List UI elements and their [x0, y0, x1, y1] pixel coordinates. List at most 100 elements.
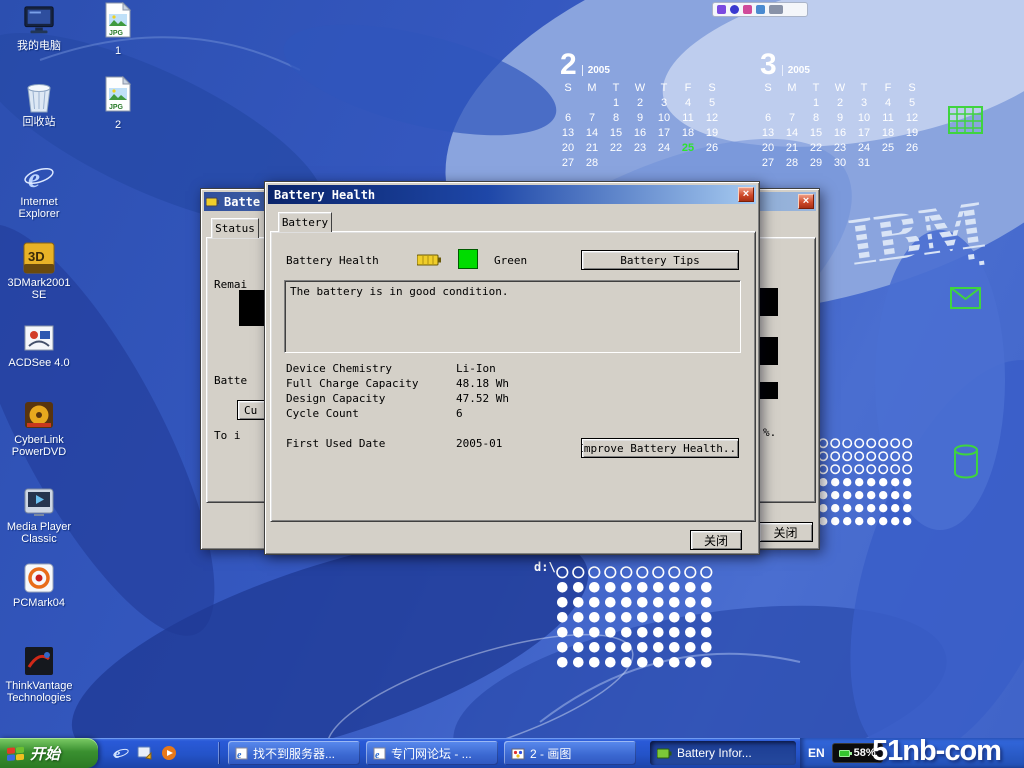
osd-thinklight-icon[interactable]	[743, 5, 752, 14]
quicklaunch-show-desktop-icon[interactable]	[136, 744, 154, 762]
paint-icon	[511, 747, 525, 760]
desktop-icon-label: ACDSee 4.0	[8, 357, 69, 369]
calendar-day-header: F	[685, 82, 692, 97]
battery-task-icon	[657, 748, 672, 759]
field-value: 2005-01	[456, 437, 502, 450]
battery-health-window: Battery Health × Battery Battery Health …	[264, 181, 760, 555]
calendar-day-header: W	[835, 82, 845, 97]
calendar-day: 27	[762, 157, 774, 172]
calendar-day: 14	[586, 127, 598, 142]
task-button-battery-information[interactable]: Battery Infor...	[650, 741, 796, 765]
button-label: Battery Tips	[620, 254, 699, 267]
calendar-day-header: S	[564, 82, 571, 97]
field-value: 47.52 Wh	[456, 392, 509, 405]
percent-label: %.	[763, 426, 776, 439]
calendar-day: 13	[562, 127, 574, 142]
svg-text:e: e	[237, 750, 242, 760]
start-label: 开始	[30, 743, 60, 764]
window-title: Battery Health	[274, 188, 375, 202]
thinkvantage-icon	[22, 644, 56, 678]
calendar-day: 6	[765, 112, 771, 127]
calendar-day-header: T	[861, 82, 868, 97]
desktop-icon-media-player-classic[interactable]: Media Player Classic	[4, 485, 74, 545]
desktop-icon-internet-explorer[interactable]: e Internet Explorer	[4, 160, 74, 220]
close-icon[interactable]: ×	[798, 194, 814, 209]
desktop-icon-label: 3DMark2001 SE	[4, 277, 74, 301]
drive-label: d:\	[534, 560, 556, 574]
tab-battery[interactable]: Battery	[278, 212, 332, 232]
close-button[interactable]: 关闭	[690, 530, 742, 550]
tab-status[interactable]: Status	[211, 218, 259, 238]
calendar-day: 7	[789, 112, 795, 127]
desktop-icon-acdsee[interactable]: ACDSee 4.0	[4, 321, 74, 369]
close-button-bg-dialog[interactable]: 关闭	[758, 522, 813, 542]
calendar-day: 29	[810, 157, 822, 172]
start-button[interactable]: 开始	[0, 738, 98, 768]
battery-health-titlebar[interactable]: Battery Health ×	[268, 185, 756, 204]
button-label: 关闭	[773, 524, 797, 541]
calendar-day: 21	[586, 142, 598, 157]
acdsee-icon	[22, 321, 56, 355]
calendar-day: 2	[837, 97, 843, 112]
calendar-march: 3 2005 SMTWTFS12345678910111213141516171…	[756, 52, 928, 172]
language-indicator[interactable]: EN	[808, 746, 825, 760]
field-label: First Used Date	[286, 437, 385, 450]
calendar-day: 12	[706, 112, 718, 127]
desktop-icon-recycle-bin[interactable]: 回收站	[4, 80, 74, 128]
taskbar: 开始 e e 找不到服务器... e 专门网论坛 - ... 2 - 画图 Ba…	[0, 738, 1024, 768]
osd-toolbar[interactable]	[712, 2, 808, 17]
quicklaunch-ie-icon[interactable]: e	[112, 744, 130, 762]
3dmark2001-icon: 3D	[22, 241, 56, 275]
calendar-day: 19	[906, 127, 918, 142]
health-status-swatch	[458, 249, 478, 269]
task-button-server-not-found[interactable]: e 找不到服务器...	[228, 741, 360, 765]
desktop-file-jpg-2[interactable]: JPG 2	[94, 76, 142, 131]
tab-label: Battery	[282, 216, 328, 229]
desktop-icon-my-computer[interactable]: 我的电脑	[4, 4, 74, 52]
battery-tips-button[interactable]: Battery Tips	[581, 250, 739, 270]
calendar-day: 24	[658, 142, 670, 157]
task-button-forum[interactable]: e 专门网论坛 - ...	[366, 741, 498, 765]
task-label: 2 - 画图	[530, 745, 571, 762]
improve-battery-health-button[interactable]: Improve Battery Health...	[581, 438, 739, 458]
calendar-day: 11	[682, 112, 693, 127]
field-value: Li-Ion	[456, 362, 496, 375]
quicklaunch-media-player-icon[interactable]	[160, 744, 178, 762]
osd-display-icon[interactable]	[730, 5, 739, 14]
field-value: 48.18 Wh	[456, 377, 509, 390]
desktop-icon-label: Media Player Classic	[4, 521, 74, 545]
calendar-day: 18	[682, 127, 694, 142]
calendar-day-header: T	[613, 82, 620, 97]
task-button-paint[interactable]: 2 - 画图	[504, 741, 636, 765]
svg-text:e: e	[28, 163, 40, 193]
calendar-day: 28	[786, 157, 798, 172]
calendar-day-header: T	[661, 82, 668, 97]
close-icon[interactable]: ×	[738, 187, 754, 202]
calendar-day: 26	[906, 142, 918, 157]
button-label: Improve Battery Health...	[581, 442, 739, 455]
calendar-day: 7	[589, 112, 595, 127]
calendar-year: 2005	[782, 65, 810, 76]
ie-page-icon: e	[373, 747, 386, 760]
desktop-icon-thinkvantage[interactable]: ThinkVantage Technologies	[4, 644, 74, 704]
calendar-day: 22	[610, 142, 622, 157]
calendar-day-header: T	[813, 82, 820, 97]
desktop-file-jpg-1[interactable]: JPG 1	[94, 2, 142, 57]
taskbar-divider	[218, 742, 219, 764]
desktop-icon-pcmark04[interactable]: PCMark04	[4, 561, 74, 609]
file-label: 1	[115, 45, 121, 57]
desktop-icon-powerdvd[interactable]: CyberLink PowerDVD	[4, 398, 74, 458]
desktop-icon-3dmark2001[interactable]: 3D 3DMark2001 SE	[4, 241, 74, 301]
calendar-day: 25	[882, 142, 894, 157]
dot-grid-center	[556, 566, 720, 670]
calendar-day: 18	[882, 127, 894, 142]
calendar-day: 23	[834, 142, 846, 157]
condition-textbox[interactable]: The battery is in good condition.	[284, 280, 741, 353]
osd-mute-icon[interactable]	[756, 5, 765, 14]
calendar-day: 14	[786, 127, 798, 142]
calendar-day: 2	[637, 97, 643, 112]
osd-keyboard-icon[interactable]	[769, 5, 783, 14]
jpg-file-icon: JPG	[104, 76, 132, 117]
osd-volume-icon[interactable]	[717, 5, 726, 14]
calendar-day: 28	[586, 157, 598, 172]
